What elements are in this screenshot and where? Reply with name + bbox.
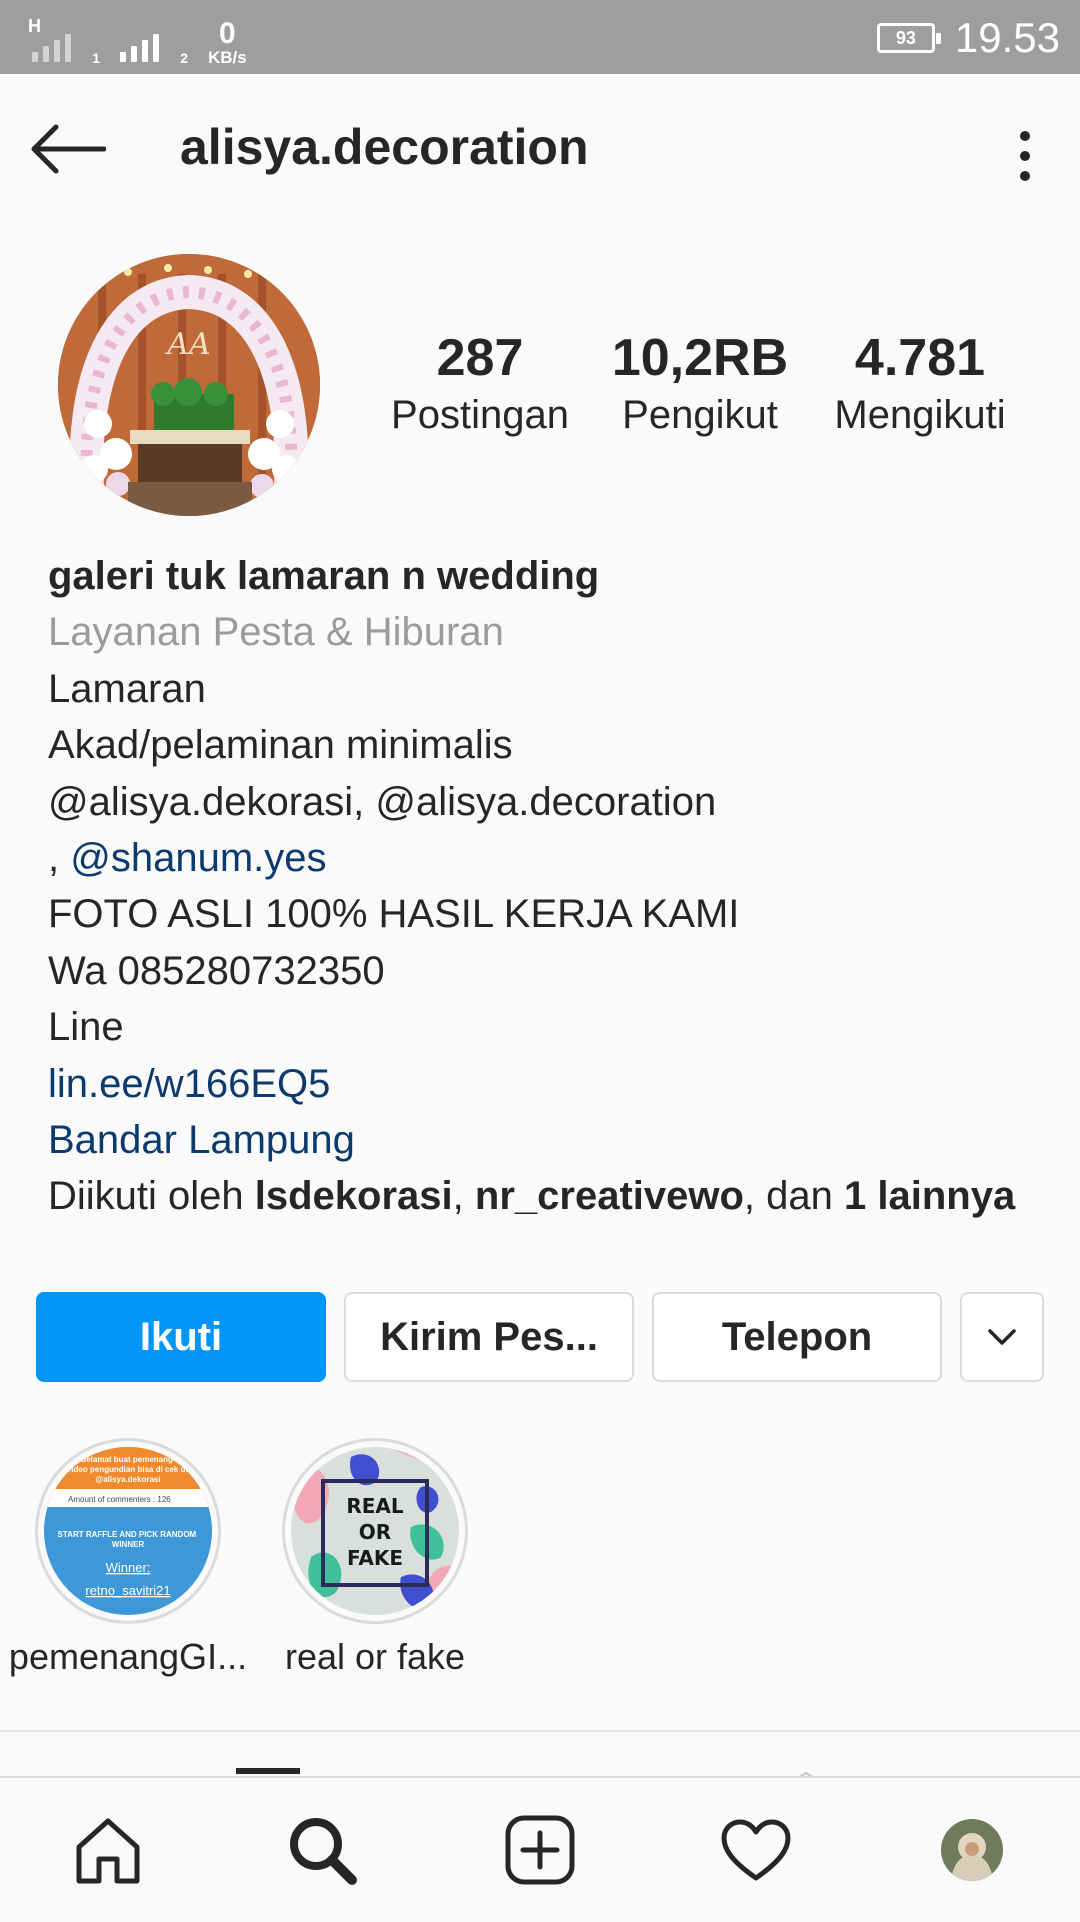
location-link[interactable]: Bandar Lampung bbox=[48, 1112, 1048, 1168]
stat-label: Postingan bbox=[391, 393, 569, 437]
network-speed-unit: KB/s bbox=[208, 48, 247, 67]
stat-following[interactable]: 4.781 Mengikuti bbox=[810, 328, 1030, 442]
svg-text:AA: AA bbox=[164, 327, 210, 362]
bio-line: FOTO ASLI 100% HASIL KERJA KAMI bbox=[48, 892, 740, 937]
stat-posts[interactable]: 287 Postingan bbox=[370, 328, 590, 442]
highlight-count-text: Amount of commenters : 126 bbox=[68, 1495, 171, 1504]
bio-mentions: @alisya.dekorasi, @alisya.decoration bbox=[48, 779, 717, 824]
network-speed-value: 0 bbox=[219, 17, 236, 50]
stat-label: Pengikut bbox=[622, 393, 778, 437]
header-username: alisya.decoration bbox=[180, 119, 589, 175]
bio-line: , @shanum.yes bbox=[48, 830, 1048, 886]
signal-sim1-icon: H 1 bbox=[28, 16, 100, 66]
status-time: 19.53 bbox=[954, 14, 1060, 61]
tagged-tab-icon[interactable] bbox=[786, 1768, 850, 1780]
highlight-winner-name: retno_savitri21 bbox=[85, 1583, 170, 1598]
battery-icon: 93 bbox=[876, 23, 941, 53]
message-button[interactable]: Kirim Pes... bbox=[344, 1292, 634, 1382]
bio-line: Lamaran bbox=[48, 666, 206, 711]
nav-new-post[interactable] bbox=[502, 1812, 578, 1888]
mention-link[interactable]: @shanum.yes bbox=[70, 836, 326, 880]
activity-heart-icon bbox=[721, 1819, 791, 1881]
follower-username: nr_creativewo bbox=[474, 1174, 744, 1219]
bio-line: Akad/pelaminan minimalis bbox=[48, 723, 513, 768]
nav-activity[interactable] bbox=[718, 1812, 794, 1888]
highlight-cover-text: FAKE bbox=[347, 1546, 403, 1570]
more-vertical-icon bbox=[1020, 131, 1030, 141]
profile-header: alisya.decoration bbox=[0, 74, 1080, 222]
network-speed: 0 KB/s bbox=[208, 17, 247, 67]
bio-line: Line bbox=[48, 1005, 124, 1050]
highlight-cover-image: Selamat buat pemenang Video pengundian b… bbox=[44, 1447, 212, 1615]
search-icon bbox=[290, 1818, 357, 1885]
home-icon bbox=[76, 1818, 140, 1884]
arrow-left-icon bbox=[31, 124, 106, 174]
stat-value: 4.781 bbox=[854, 329, 986, 387]
profile-photo: AA bbox=[58, 254, 320, 516]
highlight-cover: REAL OR FAKE bbox=[282, 1438, 468, 1624]
highlight-cover-text: REAL bbox=[346, 1494, 404, 1518]
nav-home[interactable] bbox=[70, 1812, 146, 1888]
highlight-label: real or fake bbox=[284, 1636, 466, 1677]
highlight-cover-image: REAL OR FAKE bbox=[291, 1447, 459, 1615]
battery-level: 93 bbox=[895, 27, 916, 48]
suggestions-dropdown-button[interactable] bbox=[960, 1292, 1044, 1382]
bottom-navigation bbox=[0, 1776, 1080, 1922]
profile-bio: galeri tuk lamaran n wedding Layanan Pes… bbox=[48, 548, 1048, 1225]
stat-followers[interactable]: 10,2RB Pengikut bbox=[590, 328, 810, 442]
story-highlight[interactable]: Selamat buat pemenang Video pengundian b… bbox=[9, 1438, 247, 1678]
highlight-cover-text: OR bbox=[359, 1520, 391, 1544]
followed-by[interactable]: Diikuti oleh lsdekorasi, nr_creativewo, … bbox=[48, 1168, 1048, 1224]
stat-value: 287 bbox=[436, 329, 524, 387]
status-bar: H 1 2 0 KB/s 93 19.53 bbox=[0, 0, 1080, 74]
signal-sim2-icon: 2 bbox=[116, 20, 188, 66]
chevron-down-icon bbox=[988, 1329, 1016, 1345]
highlight-label: pemenangGI... bbox=[8, 1636, 248, 1677]
profile-display-name: galeri tuk lamaran n wedding bbox=[48, 554, 600, 598]
website-link[interactable]: lin.ee/w166EQ5 bbox=[48, 1056, 1048, 1112]
follower-username: lsdekorasi bbox=[254, 1174, 453, 1219]
sim2-label: 2 bbox=[180, 50, 188, 66]
profile-stats: 287 Postingan 10,2RB Pengikut 4.781 Meng… bbox=[370, 328, 1030, 442]
more-options-button[interactable] bbox=[1000, 116, 1050, 196]
follow-button[interactable]: Ikuti bbox=[36, 1292, 326, 1382]
highlight-winner-label: Winner: bbox=[106, 1560, 151, 1575]
bio-phone: Wa 085280732350 bbox=[48, 948, 385, 993]
add-post-icon bbox=[505, 1815, 575, 1885]
section-divider bbox=[0, 1730, 1080, 1732]
highlight-cover: Selamat buat pemenang Video pengundian b… bbox=[35, 1438, 221, 1624]
stat-value: 10,2RB bbox=[611, 329, 789, 387]
followed-by-prefix: Diikuti oleh bbox=[48, 1174, 255, 1219]
back-button[interactable] bbox=[30, 114, 110, 184]
call-button[interactable]: Telepon bbox=[652, 1292, 942, 1382]
profile-avatar bbox=[941, 1819, 1003, 1881]
sim1-label: 1 bbox=[92, 50, 100, 66]
bio-comma: , bbox=[48, 836, 71, 881]
nav-search[interactable] bbox=[284, 1812, 360, 1888]
followed-by-mid: , dan bbox=[743, 1174, 844, 1219]
stat-label: Mengikuti bbox=[834, 393, 1006, 437]
profile-avatar[interactable]: AA bbox=[58, 254, 320, 516]
followed-by-sep: , bbox=[452, 1174, 475, 1219]
followed-by-others: 1 lainnya bbox=[844, 1174, 1016, 1219]
nav-profile[interactable] bbox=[934, 1812, 1010, 1888]
story-highlight[interactable]: REAL OR FAKE real or fake bbox=[280, 1438, 470, 1678]
profile-category: Layanan Pesta & Hiburan bbox=[48, 610, 504, 655]
